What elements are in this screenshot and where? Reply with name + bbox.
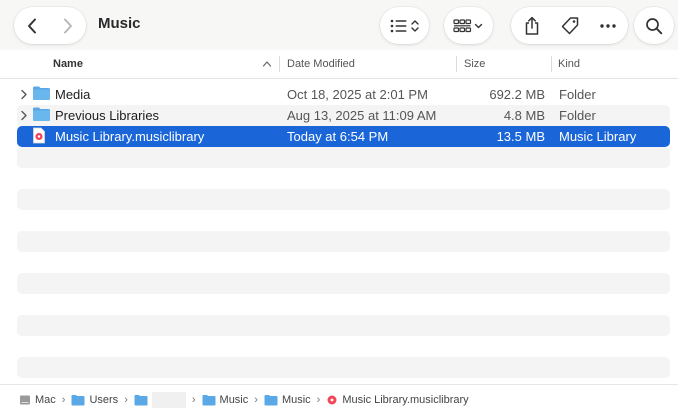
chevron-right-icon: › — [254, 394, 258, 406]
file-size: 13.5 MB — [496, 129, 545, 144]
action-group — [511, 7, 628, 44]
ellipsis-icon[interactable] — [599, 23, 617, 29]
search-button[interactable] — [634, 7, 674, 44]
back-button[interactable] — [14, 7, 50, 44]
column-date-header[interactable]: Date Modified — [287, 58, 355, 70]
path-item-music-library[interactable]: Music Library.musiclibrary — [326, 394, 469, 406]
column-name-header[interactable]: Name — [53, 58, 83, 70]
file-date: Oct 18, 2025 at 2:01 PM — [287, 87, 428, 102]
column-divider[interactable] — [551, 56, 552, 72]
empty-row-stripe — [17, 231, 670, 252]
music-library-icon — [32, 127, 46, 147]
file-name: Previous Libraries — [55, 108, 160, 123]
file-date: Today at 6:54 PM — [287, 129, 389, 144]
music-library-icon — [326, 394, 338, 406]
forward-button[interactable] — [50, 7, 86, 44]
file-kind: Folder — [559, 108, 596, 123]
list-view-icon — [389, 18, 421, 34]
path-item-label: Music — [219, 394, 249, 406]
file-row-selected[interactable]: Music Library.musiclibrary Today at 6:54… — [17, 126, 670, 147]
folder-icon — [32, 106, 51, 125]
empty-row-stripe — [17, 189, 670, 210]
chevron-right-icon: › — [61, 394, 66, 406]
disclosure-triangle-icon[interactable] — [20, 109, 28, 124]
sort-ascending-icon — [262, 59, 272, 71]
column-divider[interactable] — [279, 56, 280, 72]
search-icon — [645, 17, 663, 35]
path-bar: Mac › Users › › Music › Music › Music Li… — [0, 384, 678, 412]
file-row[interactable]: Previous Libraries Aug 13, 2025 at 11:09… — [17, 105, 670, 126]
empty-row-stripe — [17, 273, 670, 294]
column-size-header[interactable]: Size — [464, 58, 485, 70]
list-view-button[interactable] — [380, 7, 429, 44]
file-size: 4.8 MB — [503, 108, 545, 123]
grid-view-icon — [452, 18, 485, 34]
column-kind-header[interactable]: Kind — [558, 58, 580, 70]
share-icon[interactable] — [523, 16, 541, 36]
path-item-label: Mac — [35, 394, 56, 406]
chevron-right-icon — [63, 18, 73, 34]
folder-icon — [202, 394, 216, 406]
folder-icon — [134, 394, 148, 406]
path-item-mac[interactable]: Mac — [19, 394, 56, 406]
empty-row-stripe — [17, 147, 670, 168]
path-item-music[interactable]: Music — [202, 394, 249, 406]
path-item-label: Music Library.musiclibrary — [342, 394, 469, 406]
path-item-label: Music — [281, 394, 311, 406]
navigation-group — [14, 7, 86, 44]
file-name: Music Library.musiclibrary — [55, 129, 205, 144]
file-kind: Music Library — [559, 129, 637, 144]
empty-row-stripe — [17, 315, 670, 336]
chevron-right-icon: › — [191, 394, 196, 406]
toolbar: Music — [0, 0, 678, 50]
column-header: Name Date Modified Size Kind — [0, 50, 678, 79]
file-name: Media — [55, 87, 91, 102]
path-item-user-home[interactable] — [134, 392, 186, 408]
path-item-music[interactable]: Music — [264, 394, 311, 406]
file-size: 692.2 MB — [489, 87, 545, 102]
empty-row-stripe — [17, 357, 670, 378]
redacted-label — [151, 392, 186, 408]
file-date: Aug 13, 2025 at 11:09 AM — [287, 108, 437, 123]
folder-icon — [32, 85, 51, 104]
tag-icon[interactable] — [560, 16, 580, 36]
file-row[interactable]: Media Oct 18, 2025 at 2:01 PM 692.2 MB F… — [17, 84, 670, 105]
column-divider[interactable] — [456, 56, 457, 72]
window-title: Music — [98, 15, 141, 32]
disk-icon — [19, 394, 31, 406]
folder-icon — [71, 394, 85, 406]
chevron-right-icon: › — [124, 394, 128, 406]
path-item-users[interactable]: Users — [71, 394, 118, 406]
chevron-right-icon: › — [316, 394, 321, 406]
path-item-label: Users — [89, 394, 119, 406]
disclosure-triangle-icon[interactable] — [20, 88, 28, 103]
file-kind: Folder — [559, 87, 596, 102]
group-view-button[interactable] — [444, 7, 493, 44]
folder-icon — [264, 394, 278, 406]
breadcrumb: Mac › Users › › Music › Music › Music Li… — [19, 392, 469, 408]
chevron-left-icon — [27, 18, 37, 34]
finder-window: Music Name Date Modified Size Kind Media… — [0, 0, 678, 412]
